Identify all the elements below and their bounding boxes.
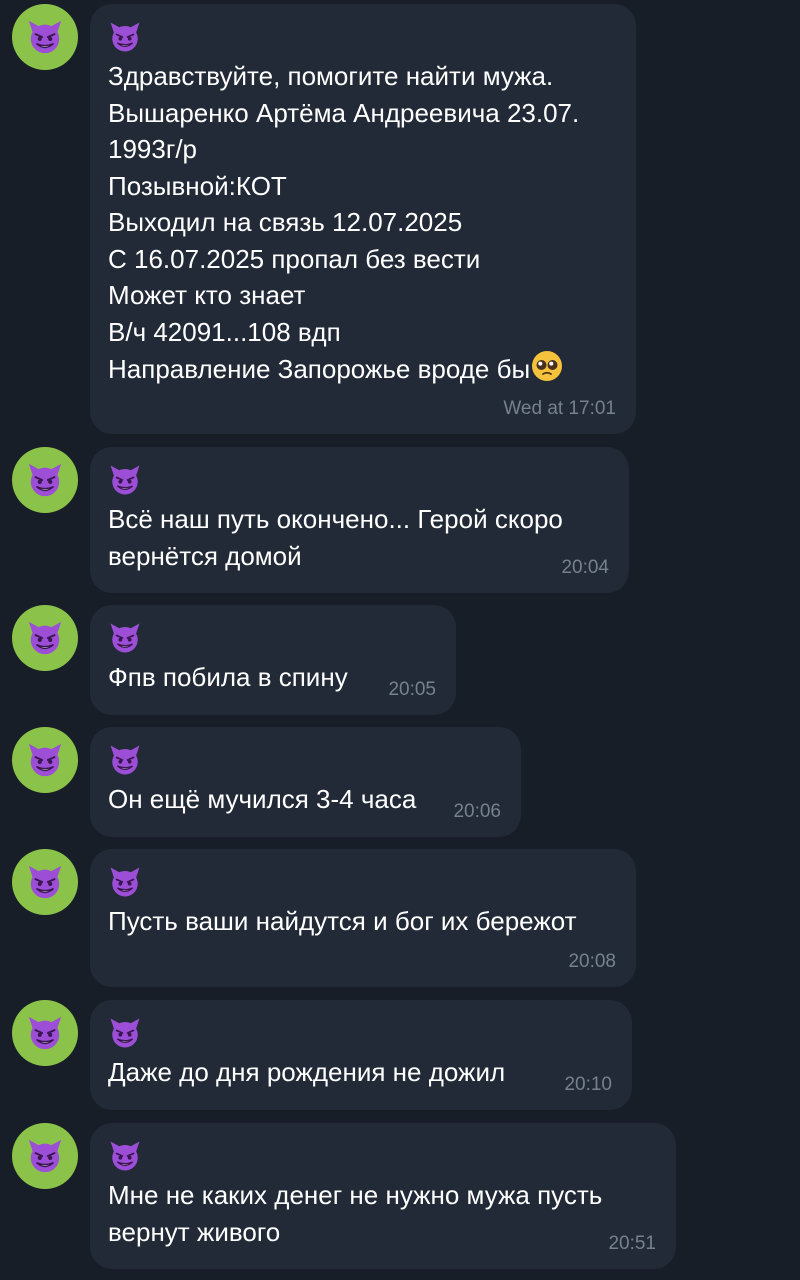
message-time: 20:04	[561, 557, 609, 578]
pleading-face-emoji-icon	[532, 351, 563, 381]
message-text: Пусть ваши найдутся и бог их бережот	[108, 906, 577, 936]
devil-emoji-icon	[108, 1016, 142, 1050]
message-time: Wed at 17:01	[503, 398, 616, 419]
devil-emoji-icon	[108, 621, 142, 655]
devil-emoji-icon	[108, 463, 142, 497]
message-bubble[interactable]: Пусть ваши найдутся и бог их бережот 20:…	[90, 849, 636, 987]
message-text: Мне не каких денег не нужно мужа пусть в…	[108, 1180, 603, 1247]
message-text: Здравствуйте, помогите найти мужа. Вышар…	[108, 61, 580, 384]
devil-emoji-icon	[108, 743, 142, 777]
devil-emoji-icon	[26, 863, 64, 901]
sender-name	[108, 1137, 658, 1175]
sender-avatar[interactable]	[12, 605, 78, 671]
message-bubble[interactable]: Всё наш путь окончено... Герой скоро вер…	[90, 447, 629, 593]
message-time: 20:06	[453, 801, 501, 822]
devil-emoji-icon	[26, 461, 64, 499]
devil-emoji-icon	[26, 1014, 64, 1052]
sender-avatar[interactable]	[12, 4, 78, 70]
sender-name	[108, 18, 618, 56]
sender-avatar[interactable]	[12, 1123, 78, 1189]
message-bubble[interactable]: Он ещё мучился 3-4 часа 20:06	[90, 727, 521, 837]
devil-emoji-icon	[26, 1137, 64, 1175]
message-time: 20:08	[568, 951, 616, 972]
message-text: Всё наш путь окончено... Герой скоро вер…	[108, 504, 563, 571]
sender-avatar[interactable]	[12, 849, 78, 915]
devil-emoji-icon	[26, 741, 64, 779]
devil-emoji-icon	[26, 18, 64, 56]
sender-avatar[interactable]	[12, 447, 78, 513]
devil-emoji-icon	[108, 1139, 142, 1173]
sender-name	[108, 461, 611, 499]
message-time: 20:51	[608, 1233, 656, 1254]
message-bubble[interactable]: Даже до дня рождения не дожил 20:10	[90, 1000, 632, 1110]
sender-name	[108, 741, 503, 779]
message-bubble[interactable]: Мне не каких денег не нужно мужа пусть в…	[90, 1123, 676, 1269]
message-text: Даже до дня рождения не дожил	[108, 1057, 506, 1087]
sender-avatar[interactable]	[12, 727, 78, 793]
message-time: 20:05	[388, 679, 436, 700]
message-bubble[interactable]: Здравствуйте, помогите найти мужа. Вышар…	[90, 4, 636, 434]
message-text: Он ещё мучился 3-4 часа	[108, 784, 417, 814]
devil-emoji-icon	[26, 619, 64, 657]
devil-emoji-icon	[108, 20, 142, 54]
sender-name	[108, 619, 438, 657]
sender-name	[108, 863, 618, 901]
message-bubble[interactable]: Фпв побила в спину 20:05	[90, 605, 456, 715]
sender-avatar[interactable]	[12, 1000, 78, 1066]
devil-emoji-icon	[108, 865, 142, 899]
chat-message-list[interactable]: Здравствуйте, помогите найти мужа. Вышар…	[0, 0, 800, 1280]
message-time: 20:10	[564, 1074, 612, 1095]
sender-name	[108, 1014, 614, 1052]
